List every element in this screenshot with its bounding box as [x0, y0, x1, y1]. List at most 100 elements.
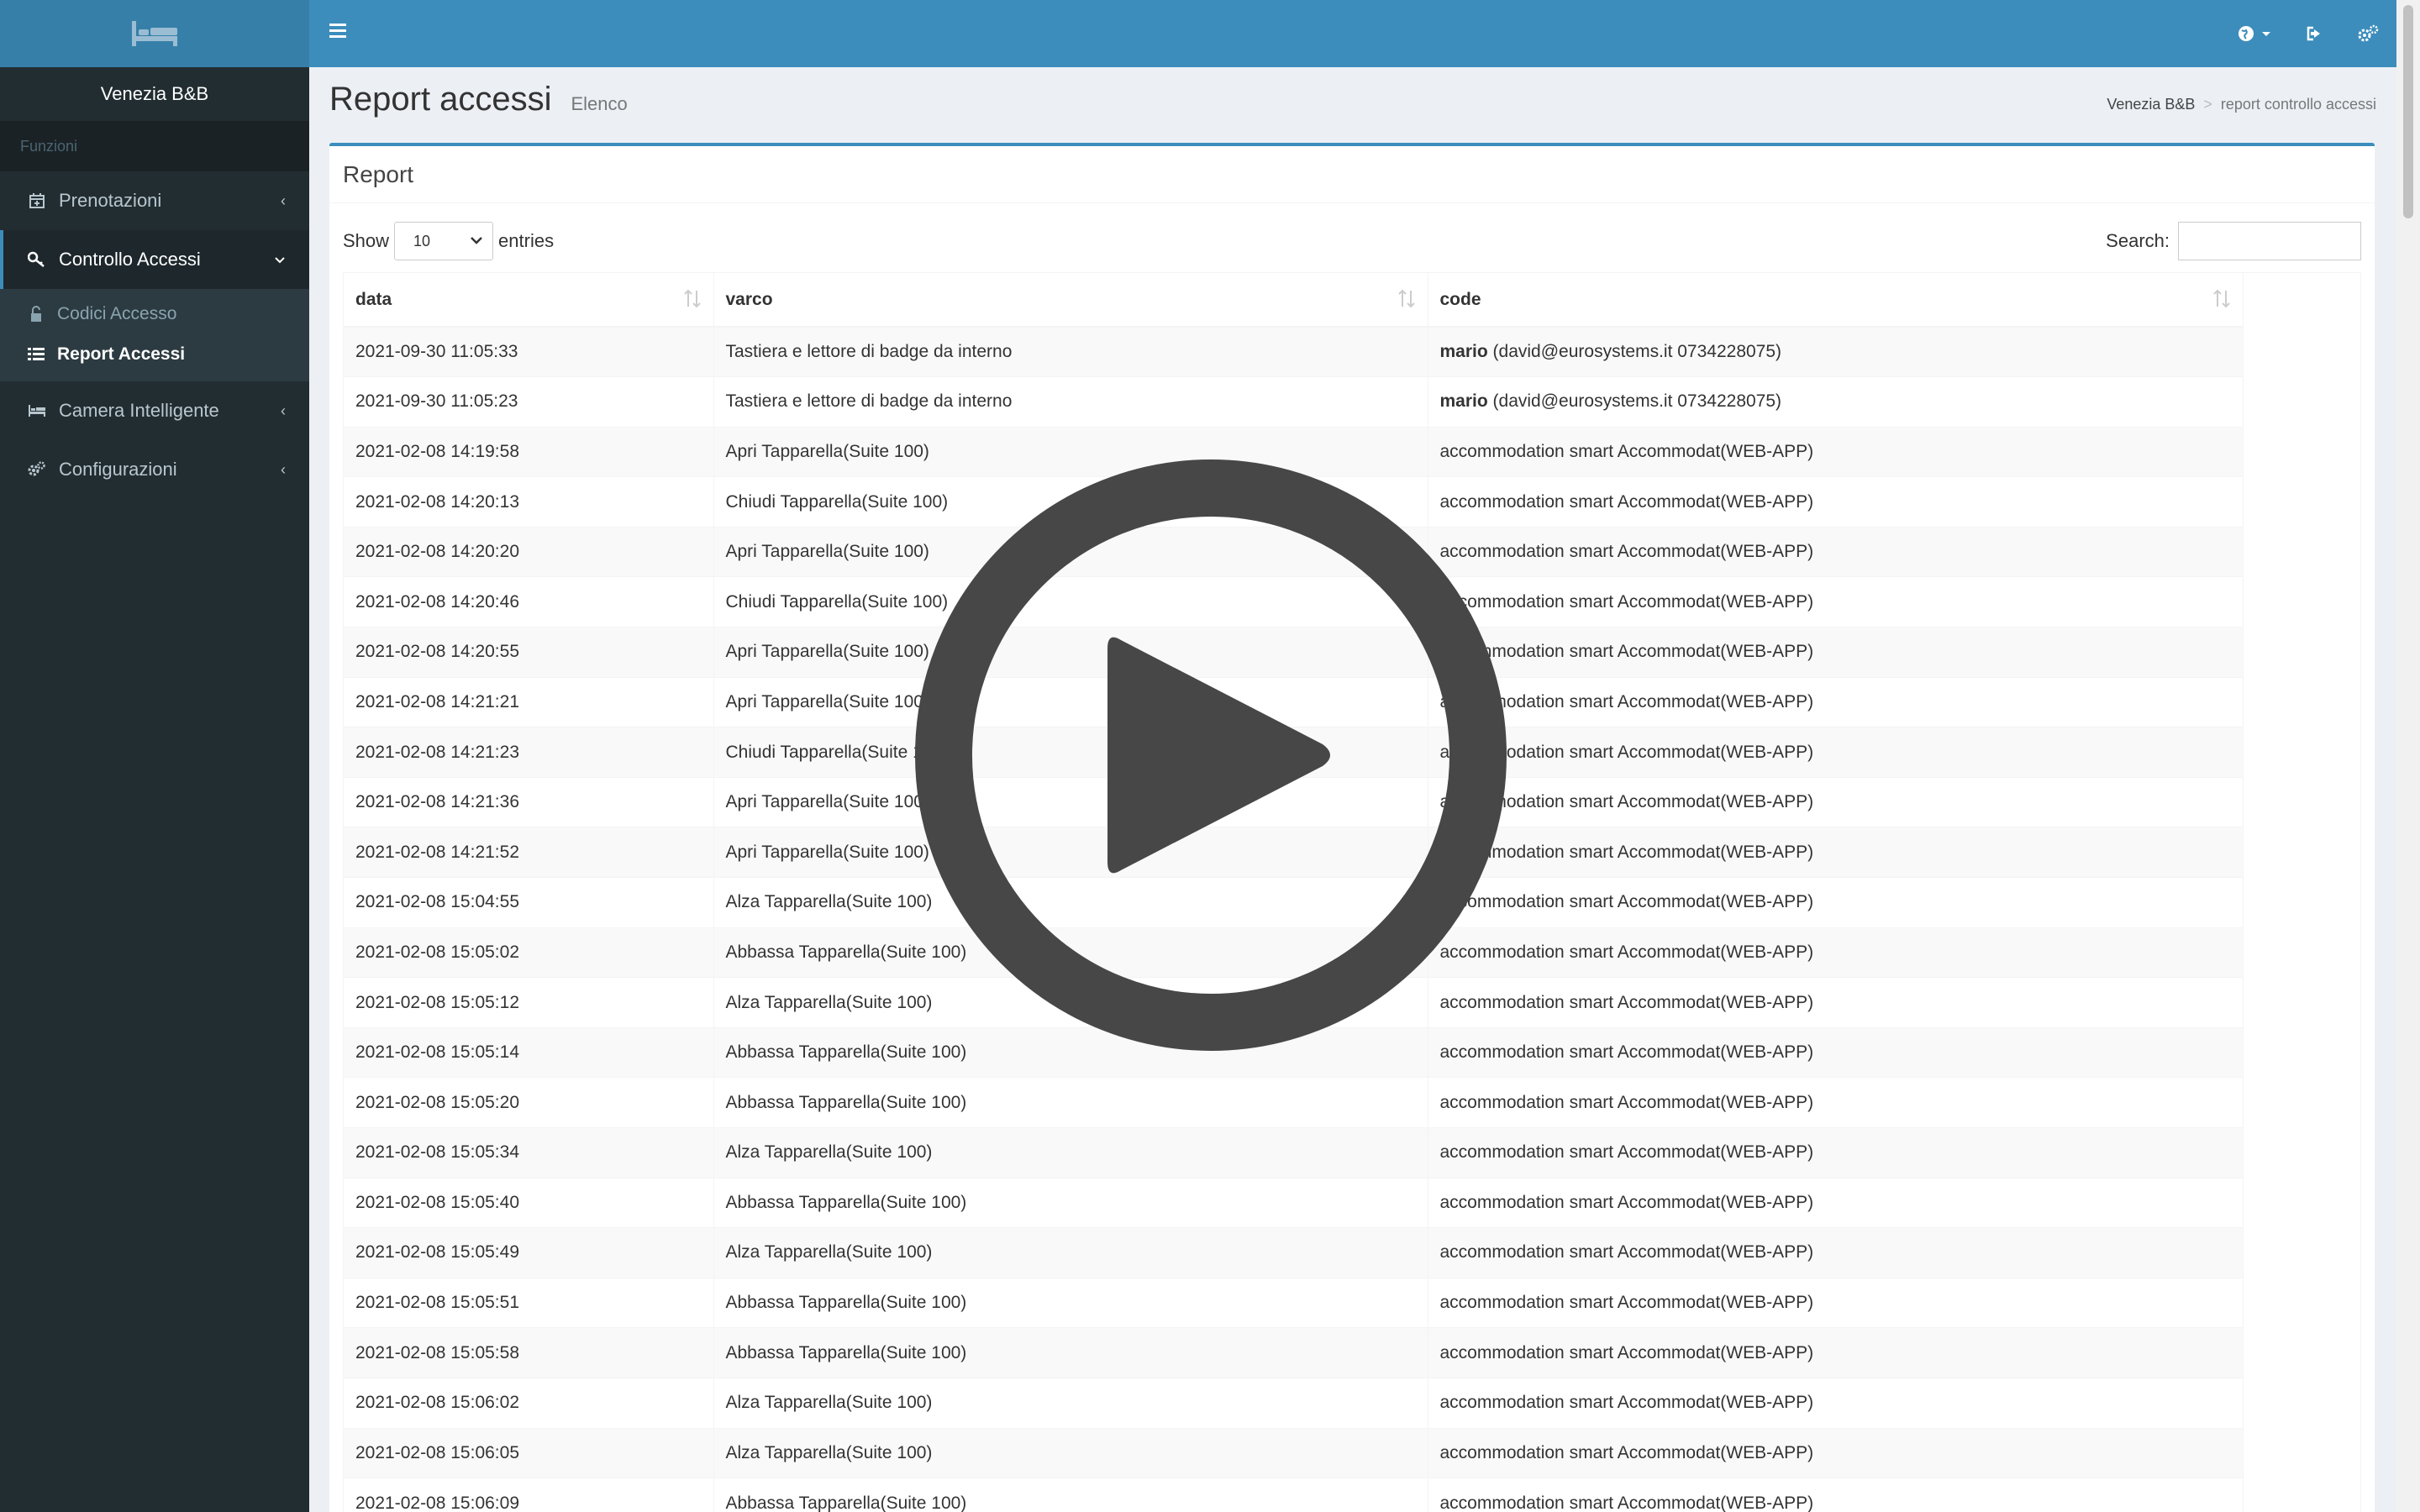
- logout-button[interactable]: [2306, 25, 2324, 42]
- column-header-data[interactable]: data: [344, 273, 714, 328]
- cell-data: 2021-02-08 15:05:14: [344, 1026, 714, 1078]
- column-header-varco[interactable]: varco: [713, 273, 1428, 328]
- cell-data: 2021-02-08 14:21:36: [344, 776, 714, 827]
- scrollbar-thumb[interactable]: [2403, 5, 2413, 218]
- cell-code: mario (david@eurosystems.it 0734228075): [1428, 376, 2244, 428]
- settings-button[interactable]: [2358, 24, 2380, 43]
- column-label: varco: [725, 289, 773, 309]
- page-title: Report accessi: [329, 81, 552, 118]
- cell-data: 2021-02-08 15:06:02: [344, 1377, 714, 1429]
- cell-code: accommodation smart Accommodat(WEB-APP): [1428, 776, 2244, 827]
- play-icon: [915, 459, 1507, 1051]
- cell-data: 2021-02-08 15:05:02: [344, 927, 714, 978]
- page-title-wrap: Report accessi Elenco: [329, 81, 628, 118]
- sort-icon: [2212, 289, 2230, 308]
- cell-data: 2021-02-08 14:20:13: [344, 476, 714, 528]
- cell-varco: Abbassa Tapparella(Suite 100): [713, 1478, 1428, 1512]
- cell-varco: Abbassa Tapparella(Suite 100): [713, 1277, 1428, 1328]
- table-row: 2021-02-08 15:05:58 Abbassa Tapparella(Su…: [344, 1327, 2244, 1378]
- cell-data: 2021-02-08 15:05:12: [344, 977, 714, 1028]
- cell-code: accommodation smart Accommodat(WEB-APP): [1428, 977, 2244, 1028]
- sort-icon: [1397, 289, 1415, 308]
- search-label: Search:: [2106, 230, 2170, 251]
- sidebar-item-camera-intelligente[interactable]: Camera Intelligente ‹: [0, 381, 309, 440]
- sidebar-item-controllo-accessi[interactable]: Controllo Accessi: [0, 230, 309, 289]
- code-detail: accommodation smart Accommodat(WEB-APP): [1439, 1442, 1814, 1462]
- column-header-code[interactable]: code: [1428, 273, 2244, 328]
- code-detail: accommodation smart Accommodat(WEB-APP): [1439, 1393, 1814, 1413]
- bed-icon: [27, 404, 47, 417]
- cell-data: 2021-02-08 14:21:21: [344, 676, 714, 727]
- cell-code: accommodation smart Accommodat(WEB-APP): [1428, 877, 2244, 928]
- lock-icon: [27, 306, 45, 323]
- chevron-left-icon: ‹: [281, 402, 286, 419]
- chevron-left-icon: ‹: [281, 192, 286, 209]
- table-row: 2021-09-30 11:05:23 Tastiera e lettore di…: [344, 376, 2244, 428]
- page-scrollbar[interactable]: [2396, 0, 2420, 1512]
- cell-data: 2021-02-08 15:05:49: [344, 1227, 714, 1278]
- cell-code: accommodation smart Accommodat(WEB-APP): [1428, 1427, 2244, 1478]
- cell-varco: Alza Tapparella(Suite 100): [713, 1227, 1428, 1278]
- cogs-icon: [27, 461, 47, 478]
- sidebar-item-report-accessi[interactable]: Report Accessi: [0, 334, 309, 375]
- entries-label: entries: [498, 230, 555, 251]
- code-detail: accommodation smart Accommodat(WEB-APP): [1439, 1092, 1814, 1112]
- table-row: 2021-02-08 15:06:09 Abbassa Tapparella(Su…: [344, 1478, 2244, 1512]
- breadcrumb-separator: >: [2203, 96, 2212, 113]
- cell-data: 2021-02-08 15:05:58: [344, 1327, 714, 1378]
- cell-code: accommodation smart Accommodat(WEB-APP): [1428, 827, 2244, 878]
- table-row: 2021-02-08 15:05:40 Abbassa Tapparella(Su…: [344, 1177, 2244, 1228]
- cell-code: accommodation smart Accommodat(WEB-APP): [1428, 476, 2244, 528]
- sidebar-item-codici-accesso[interactable]: Codici Accesso: [0, 294, 309, 334]
- cell-varco: Tastiera e lettore di badge da interno: [713, 376, 1428, 428]
- cell-varco: Alza Tapparella(Suite 100): [713, 1427, 1428, 1478]
- cell-code: accommodation smart Accommodat(WEB-APP): [1428, 576, 2244, 627]
- menu-icon[interactable]: [329, 24, 346, 39]
- cell-code: accommodation smart Accommodat(WEB-APP): [1428, 426, 2244, 477]
- cell-data: 2021-02-08 15:05:20: [344, 1077, 714, 1128]
- sidebar-header: Funzioni: [0, 121, 309, 171]
- cell-data: 2021-02-08 15:05:34: [344, 1127, 714, 1179]
- sidebar-item-configurazioni[interactable]: Configurazioni ‹: [0, 440, 309, 499]
- cell-varco: Alza Tapparella(Suite 100): [713, 1127, 1428, 1179]
- cell-code: accommodation smart Accommodat(WEB-APP): [1428, 1127, 2244, 1179]
- logo[interactable]: [0, 0, 309, 67]
- brand-name: Venezia B&B: [0, 67, 309, 121]
- content-header: Report accessi Elenco Venezia B&B > repo…: [329, 81, 2376, 131]
- breadcrumb: Venezia B&B > report controllo accessi: [2107, 96, 2376, 113]
- video-play-overlay[interactable]: [913, 457, 1509, 1053]
- cell-data: 2021-02-08 14:21:52: [344, 827, 714, 878]
- code-detail: accommodation smart Accommodat(WEB-APP): [1439, 1342, 1814, 1362]
- show-label: Show: [343, 230, 390, 251]
- cell-data: 2021-02-08 14:19:58: [344, 426, 714, 477]
- cell-code: accommodation smart Accommodat(WEB-APP): [1428, 1377, 2244, 1429]
- page-size-select[interactable]: 10: [394, 222, 494, 260]
- logout-icon: [2307, 26, 2320, 41]
- table-row: 2021-02-08 15:05:49 Alza Tapparella(Suite…: [344, 1227, 2244, 1278]
- code-detail: (david@eurosystems.it 0734228075): [1492, 342, 1782, 362]
- cell-data: 2021-02-08 14:20:20: [344, 526, 714, 577]
- cell-varco: Abbassa Tapparella(Suite 100): [713, 1327, 1428, 1378]
- list-icon: [27, 347, 45, 362]
- sort-icon: [683, 289, 701, 308]
- calendar-icon: [27, 192, 47, 209]
- sidebar: Venezia B&B Funzioni Prenotazioni ‹ Cont…: [0, 0, 309, 1512]
- breadcrumb-home[interactable]: Venezia B&B: [2107, 96, 2195, 113]
- cell-data: 2021-02-08 14:20:55: [344, 627, 714, 678]
- column-label: data: [355, 289, 392, 309]
- cell-data: 2021-09-30 11:05:23: [344, 376, 714, 428]
- cell-code: accommodation smart Accommodat(WEB-APP): [1428, 1227, 2244, 1278]
- cell-code: accommodation smart Accommodat(WEB-APP): [1428, 1327, 2244, 1378]
- sidebar-item-prenotazioni[interactable]: Prenotazioni ‹: [0, 171, 309, 230]
- cell-data: 2021-02-08 15:05:51: [344, 1277, 714, 1328]
- cell-code: accommodation smart Accommodat(WEB-APP): [1428, 676, 2244, 727]
- table-row: 2021-09-30 11:05:33 Tastiera e lettore di…: [344, 326, 2244, 377]
- search-control: Search:: [2106, 220, 2361, 262]
- table-controls: Show 10 entries Search:: [343, 220, 2361, 262]
- code-user: mario: [1439, 391, 1488, 412]
- sidebar-item-label: Camera Intelligente: [59, 400, 219, 421]
- cell-data: 2021-02-08 14:20:46: [344, 576, 714, 627]
- search-input[interactable]: [2178, 222, 2361, 260]
- sidebar-item-label: Codici Accesso: [57, 304, 177, 323]
- language-dropdown[interactable]: [2237, 24, 2272, 43]
